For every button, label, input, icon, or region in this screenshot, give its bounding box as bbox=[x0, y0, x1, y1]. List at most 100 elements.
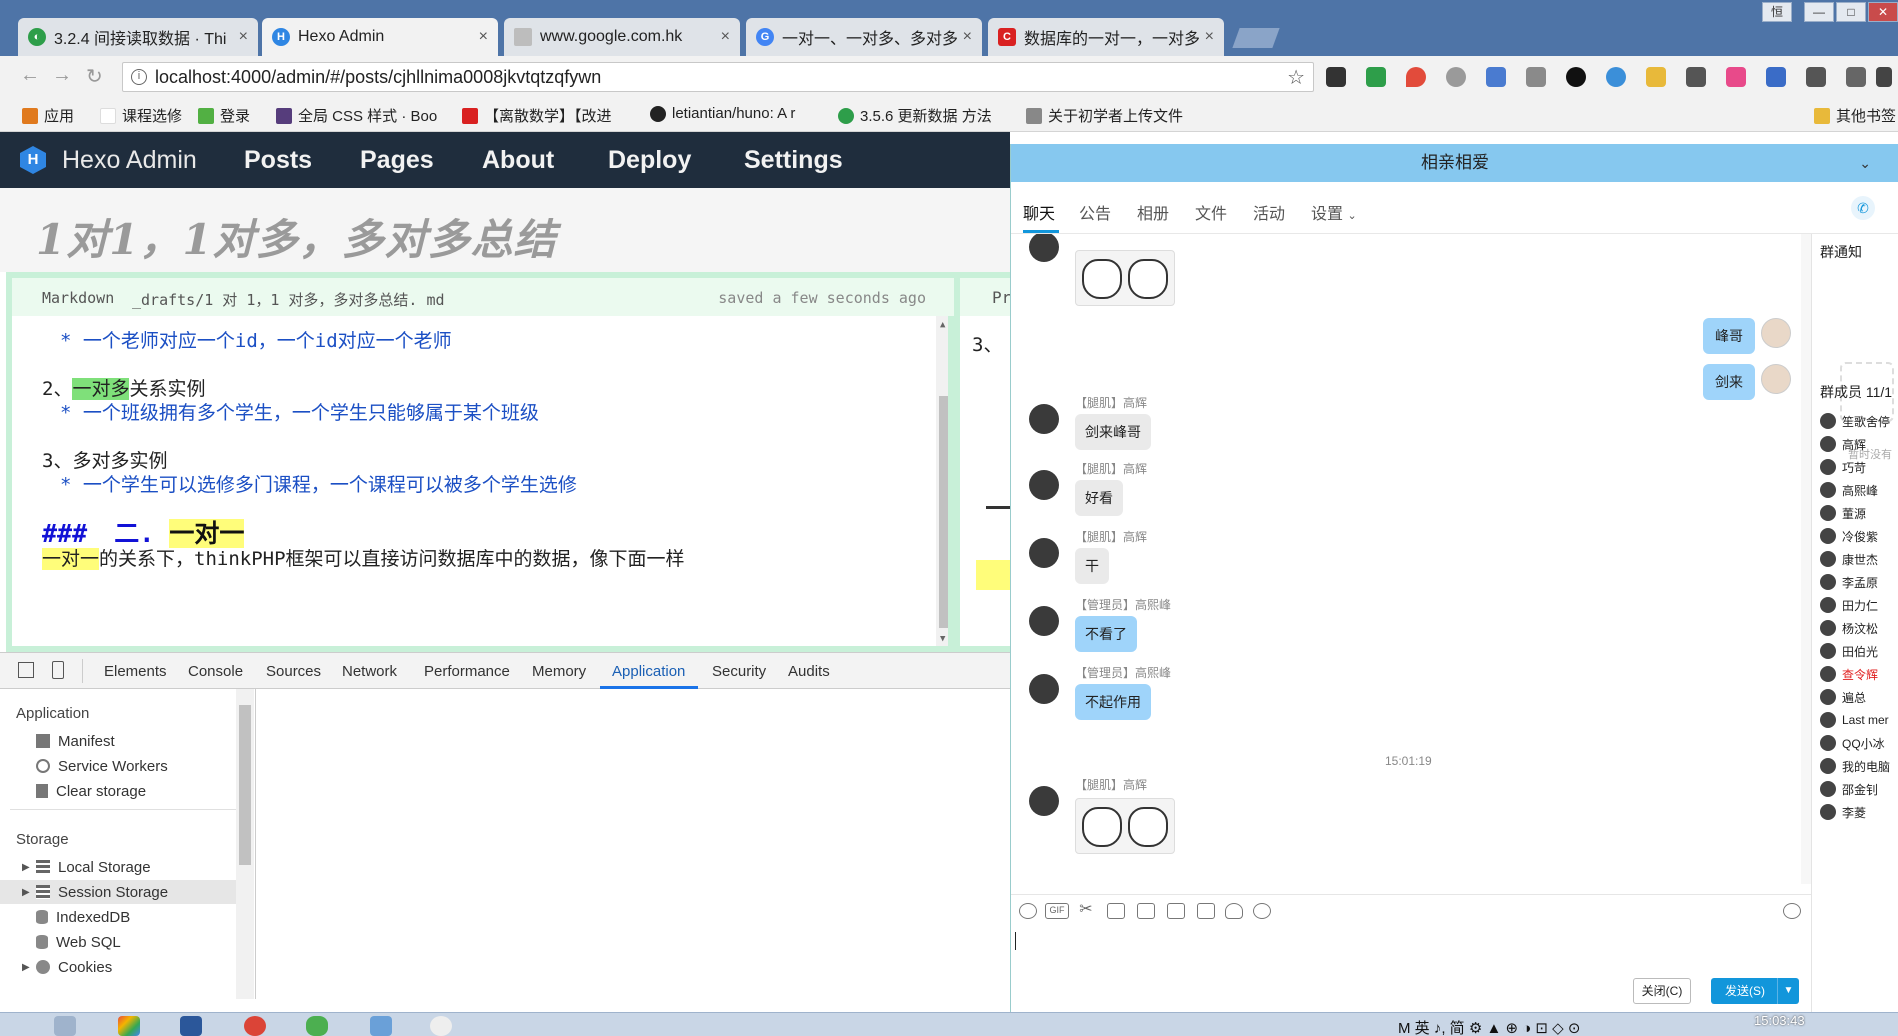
markdown-editor[interactable]: * 一个老师对应一个id，一个id对应一个老师 2、一对多关系实例 * 一个班级… bbox=[12, 316, 948, 646]
device-toolbar-icon[interactable] bbox=[52, 661, 64, 679]
chevron-down-icon[interactable]: ⌄ bbox=[1859, 144, 1871, 182]
chevron-down-icon[interactable]: ▼ bbox=[1777, 978, 1799, 1004]
extension-shield-icon[interactable] bbox=[1366, 67, 1386, 87]
member-item[interactable]: 田伯光 bbox=[1820, 642, 1878, 660]
expand-arrow-icon[interactable]: ▶ bbox=[22, 862, 30, 873]
member-item[interactable]: Last mer bbox=[1820, 711, 1889, 729]
reload-icon[interactable]: ↻ bbox=[86, 64, 103, 89]
tab-hexo-admin[interactable]: H Hexo Admin × bbox=[262, 18, 498, 56]
hexo-logo-icon[interactable]: H bbox=[20, 146, 46, 174]
editor-scrollbar[interactable]: ▲ ▼ bbox=[936, 316, 948, 646]
sidebar-scrollbar[interactable] bbox=[236, 689, 254, 999]
tab-chat[interactable]: 聊天 bbox=[1023, 200, 1055, 224]
member-item[interactable]: QQ小冰 bbox=[1820, 734, 1885, 752]
member-item[interactable]: 遍总 bbox=[1820, 688, 1866, 706]
extension-jb-icon[interactable] bbox=[1846, 67, 1866, 87]
avatar[interactable] bbox=[1029, 234, 1059, 262]
member-item[interactable]: 冷俊紫 bbox=[1820, 527, 1878, 545]
extension-cloud-icon[interactable] bbox=[1446, 67, 1466, 87]
member-item[interactable]: 田力仁 bbox=[1820, 596, 1878, 614]
pin-button[interactable]: 恒 bbox=[1762, 2, 1792, 22]
task-view-icon[interactable] bbox=[54, 1016, 76, 1036]
extension-camera-icon[interactable] bbox=[1526, 67, 1546, 87]
bookmark-update-data[interactable]: 3.5.6 更新数据 方法 bbox=[838, 105, 992, 126]
member-item[interactable]: 我的电脑 bbox=[1820, 757, 1890, 775]
close-button[interactable]: 关闭(C) bbox=[1633, 978, 1691, 1004]
sidebar-item-cookies[interactable]: ▶ Cookies bbox=[0, 955, 236, 979]
avatar[interactable] bbox=[1029, 786, 1059, 816]
send-button[interactable]: 发送(S) ▼ bbox=[1711, 978, 1799, 1004]
paint-app-icon[interactable] bbox=[118, 1016, 140, 1036]
extension-maps-icon[interactable] bbox=[1406, 67, 1426, 87]
message-bubble[interactable]: 不起作用 bbox=[1075, 684, 1151, 720]
extension-douban-icon[interactable] bbox=[1686, 67, 1706, 87]
avatar[interactable] bbox=[1029, 674, 1059, 704]
bookmark-github-huno[interactable]: letiantian/huno: A r bbox=[650, 105, 795, 122]
tab-application[interactable]: Application bbox=[612, 663, 685, 680]
extension-translate-icon[interactable] bbox=[1486, 67, 1506, 87]
tab-elements[interactable]: Elements bbox=[104, 663, 167, 680]
member-item[interactable]: 查令辉 bbox=[1820, 665, 1878, 683]
info-icon[interactable]: i bbox=[131, 69, 147, 85]
extension-dark-icon[interactable] bbox=[1806, 67, 1826, 87]
close-icon[interactable]: × bbox=[239, 28, 248, 46]
avatar[interactable] bbox=[1029, 606, 1059, 636]
bookmark-discrete-math[interactable]: 【离散数学】【改进 bbox=[462, 105, 612, 126]
avatar[interactable] bbox=[1761, 318, 1791, 348]
extension-recorder-icon[interactable] bbox=[1326, 67, 1346, 87]
document-icon[interactable] bbox=[1197, 903, 1215, 919]
new-tab-button[interactable] bbox=[1232, 28, 1280, 48]
member-item[interactable]: 笙歌舍停 bbox=[1820, 412, 1890, 430]
bookmark-login[interactable]: 登录 bbox=[198, 105, 250, 126]
nav-pages[interactable]: Pages bbox=[360, 146, 434, 175]
nav-deploy[interactable]: Deploy bbox=[608, 146, 691, 175]
expand-arrow-icon[interactable]: ▶ bbox=[22, 887, 30, 898]
qq-app-icon[interactable] bbox=[430, 1016, 452, 1036]
expand-arrow-icon[interactable]: ▶ bbox=[22, 962, 30, 973]
phone-icon[interactable]: ✆ bbox=[1851, 196, 1875, 220]
emoji-icon[interactable] bbox=[1019, 903, 1037, 919]
extension-bee-icon[interactable] bbox=[1646, 67, 1666, 87]
back-icon[interactable]: ← bbox=[20, 64, 40, 87]
sidebar-item-service-workers[interactable]: Service Workers bbox=[0, 754, 236, 778]
bookmark-course[interactable]: 课程选修 bbox=[100, 105, 182, 126]
tab-console[interactable]: Console bbox=[188, 663, 243, 680]
forward-icon[interactable]: → bbox=[52, 64, 72, 87]
menu-icon[interactable] bbox=[1876, 67, 1892, 87]
sticker-image[interactable] bbox=[1075, 250, 1175, 306]
message-bubble[interactable]: 剑来峰哥 bbox=[1075, 414, 1151, 450]
scroll-thumb[interactable] bbox=[939, 396, 948, 628]
bookmark-bootstrap[interactable]: 全局 CSS 样式 · Boo bbox=[276, 105, 437, 126]
scissors-icon[interactable]: ✂ bbox=[1077, 902, 1095, 919]
maximize-button[interactable]: □ bbox=[1836, 2, 1866, 22]
sidebar-item-session-storage[interactable]: ▶ Session Storage bbox=[0, 880, 236, 904]
member-item[interactable]: 杨汶松 bbox=[1820, 619, 1878, 637]
post-title-input[interactable]: 1对1，1对多，多对多总结 bbox=[36, 206, 557, 267]
tab-settings[interactable]: 设置 ⌄ bbox=[1311, 200, 1357, 224]
avatar[interactable] bbox=[1029, 404, 1059, 434]
tab-sources[interactable]: Sources bbox=[266, 663, 321, 680]
message-scrollbar[interactable] bbox=[1801, 234, 1811, 884]
bell-off-icon[interactable] bbox=[1225, 903, 1243, 919]
scroll-down-icon[interactable]: ▼ bbox=[940, 634, 945, 644]
address-bar[interactable]: i localhost:4000/admin/#/posts/cjhllnima… bbox=[122, 62, 1314, 92]
more-icon[interactable] bbox=[1253, 903, 1271, 919]
tab-csdn[interactable]: C 数据库的一对一，一对多 × bbox=[988, 18, 1224, 56]
extension-color-icon[interactable] bbox=[1726, 67, 1746, 87]
extension-octocat-icon[interactable] bbox=[1566, 67, 1586, 87]
word-app-icon[interactable] bbox=[180, 1016, 202, 1036]
system-tray[interactable]: M 英 ♪, 简 ⚙ ▲ ⊕ ◑ ⊡ ◇ ⊙ bbox=[1398, 1017, 1580, 1036]
minimize-button[interactable]: — bbox=[1804, 2, 1834, 22]
close-icon[interactable]: × bbox=[963, 28, 972, 46]
folder-icon[interactable] bbox=[1107, 903, 1125, 919]
clock[interactable]: 15:03:43 bbox=[1754, 1013, 1805, 1028]
tab-google-hk[interactable]: www.google.com.hk × bbox=[504, 18, 740, 56]
bookmark-star-icon[interactable]: ☆ bbox=[1287, 65, 1305, 90]
chrome-app-icon[interactable] bbox=[244, 1016, 266, 1036]
message-bubble[interactable]: 剑来 bbox=[1703, 364, 1755, 400]
member-item[interactable]: 高熙峰 bbox=[1820, 481, 1878, 499]
member-item[interactable]: 董源 bbox=[1820, 504, 1866, 522]
extension-react-icon[interactable] bbox=[1606, 67, 1626, 87]
tab-audits[interactable]: Audits bbox=[788, 663, 830, 680]
member-item[interactable]: 邵金钊 bbox=[1820, 780, 1878, 798]
